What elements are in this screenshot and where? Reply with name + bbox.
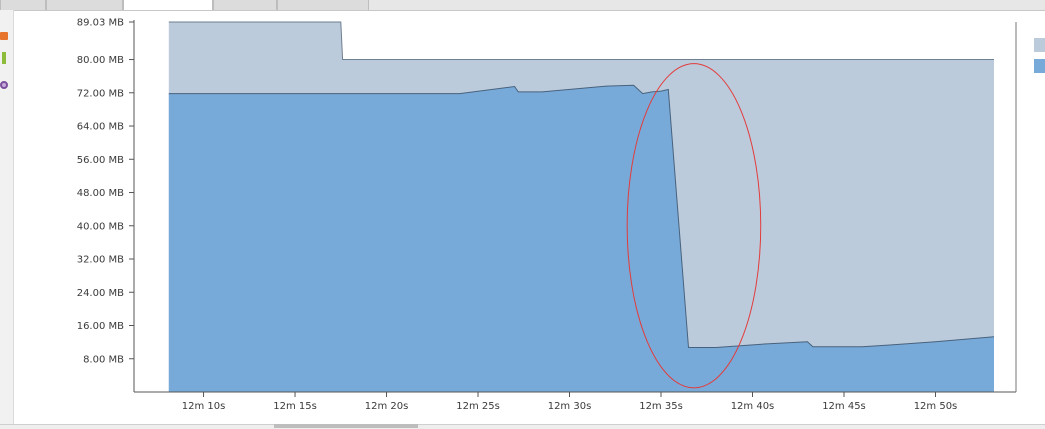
y-tick-label-10: 8.00 MB bbox=[83, 354, 124, 365]
y-tick-label-8: 24.00 MB bbox=[77, 288, 124, 299]
scrollbar-thumb[interactable] bbox=[274, 424, 418, 428]
x-tick-label-3: 12m 25s bbox=[456, 401, 500, 412]
y-tick-label-5: 48.00 MB bbox=[77, 188, 124, 199]
y-tick-label-3: 64.00 MB bbox=[77, 122, 124, 133]
x-tick-label-1: 12m 15s bbox=[273, 401, 317, 412]
y-tick-label-6: 40.00 MB bbox=[77, 221, 124, 232]
memory-chart: 89.03 MB 80.00 MB 72.00 MB 64.00 MB 56.00 MB… bbox=[77, 18, 1017, 412]
y-tick-label-9: 16.00 MB bbox=[77, 321, 124, 332]
horizontal-scrollbar[interactable] bbox=[0, 424, 1045, 429]
x-tick-label-2: 12m 20s bbox=[365, 401, 409, 412]
y-tick-label-1: 80.00 MB bbox=[77, 55, 124, 66]
legend-used-heap-swatch bbox=[1034, 59, 1045, 73]
x-tick-label-0: 12m 10s bbox=[182, 401, 226, 412]
legend-heap-size-swatch bbox=[1034, 38, 1045, 52]
x-tick-label-6: 12m 40s bbox=[731, 401, 775, 412]
y-tick-label-2: 72.00 MB bbox=[77, 88, 124, 99]
y-tick-label-7: 32.00 MB bbox=[77, 255, 124, 266]
x-tick-label-8: 12m 50s bbox=[914, 401, 958, 412]
x-tick-label-4: 12m 30s bbox=[548, 401, 592, 412]
x-tick-label-5: 12m 35s bbox=[639, 401, 683, 412]
x-tick-label-7: 12m 45s bbox=[822, 401, 866, 412]
y-tick-label-4: 56.00 MB bbox=[77, 155, 124, 166]
y-tick-label-0: 89.03 MB bbox=[77, 18, 124, 29]
